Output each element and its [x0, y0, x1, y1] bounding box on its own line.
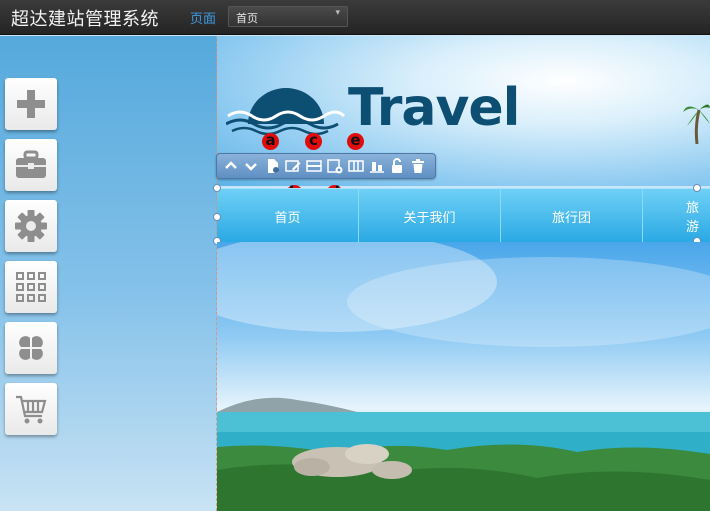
annotation-marker-e: e	[347, 133, 364, 150]
palm-tree-image	[683, 104, 710, 145]
plus-icon	[17, 90, 45, 118]
layout-icon[interactable]	[306, 158, 322, 174]
page-link-icon[interactable]	[265, 158, 281, 174]
nav-item-tours[interactable]: 旅行团	[501, 189, 642, 243]
sun-waves-logo	[226, 88, 346, 136]
chevron-down-icon: ▾	[335, 8, 340, 18]
columns-icon[interactable]	[348, 158, 364, 174]
gear-icon	[15, 210, 47, 242]
grid-icon	[16, 272, 46, 302]
site-nav-bar[interactable]: 首页 关于我们 旅行团 旅游	[217, 188, 710, 243]
element-toolbar	[216, 153, 436, 179]
align-bottom-icon[interactable]	[369, 158, 385, 174]
apps-button[interactable]	[5, 322, 57, 374]
page-label: 页面	[190, 12, 217, 27]
beach-scene	[217, 242, 710, 511]
unlock-icon[interactable]	[389, 158, 405, 174]
add-element-button[interactable]	[5, 78, 57, 130]
page-select-value: 首页	[236, 12, 258, 25]
edit-content-icon[interactable]	[285, 158, 301, 174]
layout-grid-button[interactable]	[5, 261, 57, 313]
beach-banner-image	[217, 242, 710, 511]
shop-button[interactable]	[5, 383, 57, 435]
move-down-icon[interactable]	[243, 158, 259, 174]
cart-icon	[16, 395, 47, 424]
element-settings-icon[interactable]	[327, 158, 343, 174]
nav-item-about[interactable]: 关于我们	[359, 189, 500, 243]
settings-button[interactable]	[5, 200, 57, 252]
nav-item-home[interactable]: 首页	[217, 189, 358, 243]
app-title: 超达建站管理系统	[11, 9, 159, 30]
nav-item-travel[interactable]: 旅游	[643, 189, 710, 243]
clover-icon	[19, 336, 43, 360]
page-select[interactable]: 首页 ▾	[228, 6, 348, 27]
move-up-icon[interactable]	[223, 158, 239, 174]
annotation-marker-a: a	[262, 133, 279, 150]
toolbox-button[interactable]	[5, 139, 57, 191]
toolbox-icon	[16, 150, 46, 178]
annotation-marker-c: c	[305, 133, 322, 150]
delete-icon[interactable]	[410, 158, 426, 174]
top-bar: 超达建站管理系统 页面 首页 ▾	[0, 0, 710, 35]
logo-text: Travel	[348, 78, 520, 138]
